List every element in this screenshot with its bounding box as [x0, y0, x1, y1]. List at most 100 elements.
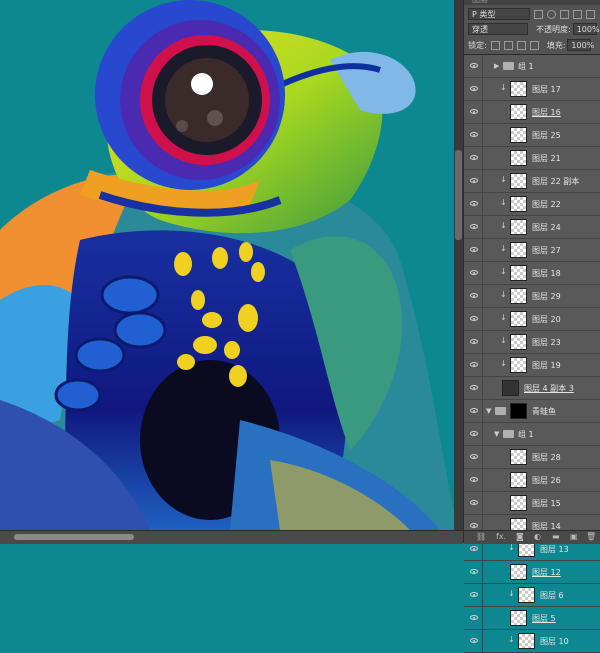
layer-thumbnail[interactable] — [510, 265, 527, 281]
visibility-eye-icon[interactable] — [470, 339, 478, 344]
layer-thumbnail[interactable] — [510, 564, 527, 580]
layer-row[interactable]: 图层 25 — [464, 124, 600, 147]
layer-row[interactable]: ↓ 图层 10 — [464, 630, 600, 653]
new-layer-icon[interactable]: ▣ — [570, 532, 578, 541]
visibility-eye-icon[interactable] — [470, 224, 478, 229]
layer-row[interactable]: ↓ 图层 20 — [464, 308, 600, 331]
filter-adjustment-icon[interactable] — [547, 9, 556, 19]
layer-group-row[interactable]: ▼ 组 1 — [464, 423, 600, 446]
layer-row[interactable]: 图层 21 — [464, 147, 600, 170]
layer-row[interactable]: ↓ 图层 23 — [464, 331, 600, 354]
layer-thumbnail[interactable] — [518, 587, 535, 603]
layer-thumbnail[interactable] — [510, 104, 527, 120]
layer-row[interactable]: ↓ 图层 29 — [464, 285, 600, 308]
layer-row[interactable]: ↓ 图层 6 — [464, 584, 600, 607]
visibility-eye-icon[interactable] — [470, 86, 478, 91]
layer-thumbnail[interactable] — [510, 334, 527, 350]
filter-kind-select[interactable]: P 类型 — [468, 8, 530, 20]
layer-thumbnail[interactable] — [510, 288, 527, 304]
mask-icon[interactable]: ◙ — [516, 532, 524, 541]
filter-shape-icon[interactable] — [573, 9, 582, 19]
layer-group-row[interactable]: ▼ 青蛙鱼 — [464, 400, 600, 423]
lock-all-icon[interactable] — [529, 40, 539, 50]
lock-brush-icon[interactable] — [503, 40, 513, 50]
visibility-eye-icon[interactable] — [470, 408, 478, 413]
layer-thumbnail[interactable] — [510, 196, 527, 212]
adjustment-icon[interactable]: ◐ — [534, 532, 541, 541]
visibility-eye-icon[interactable] — [470, 500, 478, 505]
horizontal-scrollbar[interactable] — [0, 530, 463, 544]
visibility-eye-icon[interactable] — [470, 546, 478, 551]
visibility-eye-icon[interactable] — [470, 454, 478, 459]
visibility-eye-icon[interactable] — [470, 638, 478, 643]
visibility-eye-icon[interactable] — [470, 155, 478, 160]
layer-thumbnail[interactable] — [510, 127, 527, 143]
horizontal-scroll-thumb[interactable] — [14, 534, 134, 540]
layer-row[interactable]: ↓ 图层 24 — [464, 216, 600, 239]
layer-row[interactable]: 图层 28 — [464, 446, 600, 469]
visibility-eye-icon[interactable] — [470, 63, 478, 68]
layer-thumbnail[interactable] — [510, 357, 527, 373]
filter-pixel-icon[interactable] — [534, 9, 543, 19]
filter-type-icon[interactable] — [560, 9, 569, 19]
layer-thumbnail[interactable] — [510, 495, 527, 511]
new-group-icon[interactable]: ▬ — [552, 532, 560, 541]
trash-icon[interactable]: 🗑 — [586, 532, 596, 541]
visibility-eye-icon[interactable] — [470, 201, 478, 206]
lock-transparent-icon[interactable] — [490, 40, 500, 50]
layer-row[interactable]: 图层 4 副本 3 — [464, 377, 600, 400]
layer-thumbnail[interactable] — [510, 173, 527, 189]
layer-thumbnail[interactable] — [510, 449, 527, 465]
layer-row[interactable]: ↓ 图层 22 — [464, 193, 600, 216]
visibility-eye-icon[interactable] — [470, 592, 478, 597]
layer-thumbnail[interactable] — [502, 380, 519, 396]
fx-button[interactable]: fx. — [496, 532, 506, 541]
layer-row[interactable]: ↓ 图层 17 — [464, 78, 600, 101]
layer-row[interactable]: ↓ 图层 27 — [464, 239, 600, 262]
visibility-eye-icon[interactable] — [470, 615, 478, 620]
layer-thumbnail[interactable] — [510, 311, 527, 327]
layer-group-row[interactable]: ▶ 组 1 — [464, 55, 600, 78]
visibility-eye-icon[interactable] — [470, 316, 478, 321]
visibility-eye-icon[interactable] — [470, 132, 478, 137]
visibility-eye-icon[interactable] — [470, 109, 478, 114]
filter-smart-icon[interactable] — [586, 9, 595, 19]
blend-mode-select[interactable]: 穿透 — [468, 23, 528, 35]
layer-thumbnail[interactable] — [510, 219, 527, 235]
layer-row[interactable]: ↓ 图层 19 — [464, 354, 600, 377]
vertical-scroll-thumb[interactable] — [455, 150, 462, 240]
expand-arrow-icon[interactable]: ▶ — [494, 62, 499, 70]
layer-thumbnail[interactable] — [510, 472, 527, 488]
layer-row[interactable]: ↓ 图层 18 — [464, 262, 600, 285]
visibility-eye-icon[interactable] — [470, 385, 478, 390]
visibility-eye-icon[interactable] — [470, 362, 478, 367]
document-canvas[interactable] — [0, 0, 458, 530]
visibility-eye-icon[interactable] — [470, 178, 478, 183]
layer-row[interactable]: ↓ 图层 22 副本 — [464, 170, 600, 193]
expand-arrow-icon[interactable]: ▼ — [486, 407, 491, 415]
visibility-eye-icon[interactable] — [470, 523, 478, 528]
layer-row[interactable]: 图层 5 — [464, 607, 600, 630]
visibility-eye-icon[interactable] — [470, 569, 478, 574]
layer-row[interactable]: 图层 15 — [464, 492, 600, 515]
visibility-eye-icon[interactable] — [470, 477, 478, 482]
layer-thumbnail[interactable] — [518, 633, 535, 649]
visibility-eye-icon[interactable] — [470, 293, 478, 298]
lock-move-icon[interactable] — [516, 40, 526, 50]
vertical-scrollbar[interactable] — [454, 0, 463, 530]
layers-tab[interactable]: 图层 — [472, 0, 488, 5]
visibility-eye-icon[interactable] — [470, 247, 478, 252]
layer-thumbnail[interactable] — [510, 150, 527, 166]
layer-thumbnail[interactable] — [510, 610, 527, 626]
layer-thumbnail[interactable] — [510, 81, 527, 97]
layer-row[interactable]: 图层 16 — [464, 101, 600, 124]
visibility-eye-icon[interactable] — [470, 270, 478, 275]
opacity-input[interactable]: 100% — [572, 23, 600, 35]
fill-input[interactable]: 100% — [567, 39, 594, 51]
layer-thumbnail[interactable] — [510, 242, 527, 258]
layer-row[interactable]: 图层 26 — [464, 469, 600, 492]
link-icon[interactable]: ⛓ — [476, 532, 486, 541]
layers-list[interactable]: ▶ 组 1 ↓ 图层 17 图层 16 图层 25 图层 21 ↓ 图层 22 副本 ↓ 图层 22… — [464, 54, 600, 653]
layer-row[interactable]: 图层 12 — [464, 561, 600, 584]
group-mask-thumbnail[interactable] — [510, 403, 527, 419]
